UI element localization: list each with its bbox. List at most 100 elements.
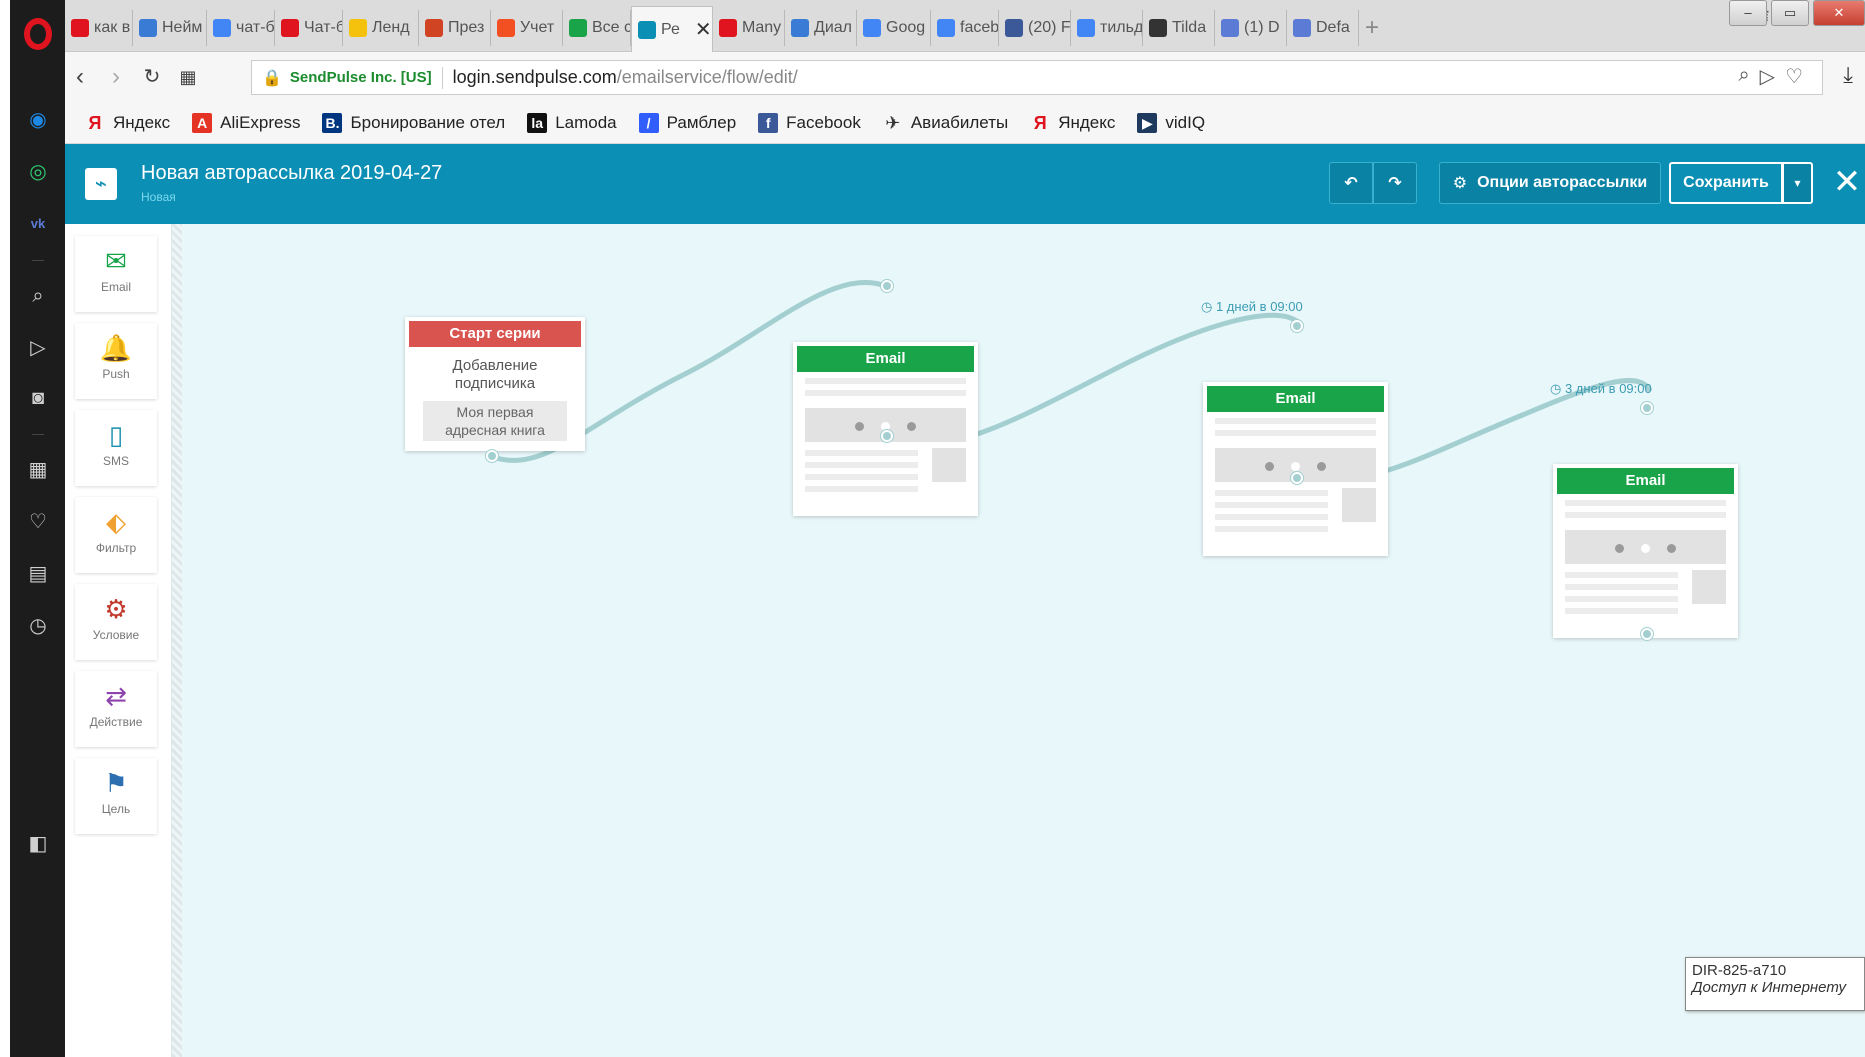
download-icon[interactable]: ⤓ (1843, 62, 1853, 88)
aliexpress-icon: A (192, 112, 213, 133)
tab-label: През (448, 19, 485, 36)
email-3-input-port[interactable] (1641, 402, 1653, 414)
bookmark-label: Lamoda (555, 112, 617, 132)
page-title[interactable]: Новая авторассылка 2019-04-27 (141, 162, 442, 185)
tab-favicon-icon (349, 19, 367, 37)
bookmark-item[interactable]: la Lamoda (527, 112, 617, 133)
browser-tab[interactable]: чат-б (207, 10, 275, 46)
editor-header: ⌁ Новая авторассылка 2019-04-27 Новая ↶ … (65, 144, 1865, 224)
bookmark-item[interactable]: A AliExpress (192, 112, 300, 133)
site-identity[interactable]: SendPulse Inc. [US] (290, 69, 432, 86)
yandex-icon: Я (1033, 112, 1047, 133)
back-button[interactable]: ‹ (65, 62, 95, 92)
tab-label: Ре (661, 20, 680, 38)
window-controls: ‒ ▭ ✕ (1729, 0, 1865, 26)
browser-tab[interactable]: Диал (785, 10, 857, 46)
tab-label: faceb (960, 19, 999, 36)
new-tab-button[interactable]: + (1359, 10, 1393, 46)
email-node-1[interactable]: Email (793, 342, 978, 516)
yandex-icon: Я (88, 112, 102, 133)
network-tooltip: DIR-825-a710 Доступ к Интернету (1685, 957, 1865, 1011)
bookmark-heart-icon[interactable]: ♡ (1785, 64, 1803, 89)
tab-label: (20) F (1028, 19, 1071, 36)
forward-button[interactable]: › (101, 62, 131, 92)
flow-options-label: Опции авторассылки (1477, 174, 1648, 191)
email-2-input-port[interactable] (1291, 320, 1303, 332)
tab-favicon-icon (1077, 19, 1095, 37)
tab-favicon-icon (1293, 19, 1311, 37)
redo-button[interactable]: ↷ (1373, 162, 1417, 204)
vk-icon[interactable]: vk (26, 212, 50, 236)
address-bar-row: ‹ › ↻ ▦ 🔒 SendPulse Inc. [US] login.send… (65, 52, 1865, 102)
browser-tab[interactable]: Все с (563, 10, 631, 46)
tab-label: чат-б (236, 19, 275, 36)
opera-logo-icon[interactable] (24, 18, 52, 50)
send-icon[interactable]: ▷ (1760, 64, 1775, 89)
browser-tab[interactable]: как в (65, 10, 133, 46)
undo-button[interactable]: ↶ (1329, 162, 1373, 204)
save-dropdown-button[interactable]: ▾ (1783, 162, 1813, 204)
tab-label: тильд (1100, 19, 1143, 36)
send-icon[interactable]: ▷ (26, 336, 50, 360)
bookmark-item[interactable]: ▶ vidIQ (1137, 112, 1205, 133)
bookmark-item[interactable]: ✈ Авиабилеты (883, 113, 1008, 133)
tab-favicon-icon (1005, 19, 1023, 37)
search-icon[interactable]: ⌕ (26, 284, 50, 308)
reload-button[interactable]: ↻ (137, 62, 167, 92)
browser-tab[interactable]: (1) D (1215, 10, 1287, 46)
browser-tab[interactable]: тильд (1071, 10, 1143, 46)
email-node-3[interactable]: Email (1553, 464, 1738, 638)
start-output-port[interactable] (486, 450, 498, 462)
messenger-icon[interactable]: ◉ (26, 108, 50, 132)
flow-canvas[interactable]: ✉ Email 🔔 Push ▯ SMS ⬖ Фильтр ⚙ Условие ⇄ Действие ⚑… (65, 224, 1865, 1057)
tab-label: Defa (1316, 19, 1350, 36)
browser-tab[interactable]: Defa (1287, 10, 1359, 46)
sidebar-toggle-icon[interactable]: ◧ (26, 832, 50, 856)
browser-tab[interactable]: Goog (857, 10, 931, 46)
email-node-2[interactable]: Email (1203, 382, 1388, 556)
email-3-output-port[interactable] (1641, 628, 1653, 640)
browser-tab[interactable]: faceb (931, 10, 999, 46)
maximize-button[interactable]: ▭ (1771, 0, 1809, 26)
browser-window: ◉ ◎ vk ⌕ ▷ ◙ ▦ ♡ ▤ ◷ ◧ как в Нейм чат-б Чат… (0, 0, 1865, 1057)
tab-label: Все с (592, 19, 631, 36)
camera-icon[interactable]: ◙ (26, 386, 50, 410)
heart-icon[interactable]: ♡ (26, 510, 50, 534)
browser-tab[interactable]: Ре ✕ (631, 6, 713, 52)
tab-favicon-icon (213, 19, 231, 37)
search-icon[interactable]: ⌕ (1738, 64, 1749, 89)
bookmark-item[interactable]: f Facebook (758, 112, 861, 133)
browser-tab[interactable]: През (419, 10, 491, 46)
bookmark-item[interactable]: Я Яндекс (1030, 112, 1116, 133)
browser-tab[interactable]: Учет (491, 10, 563, 46)
bookmark-item[interactable]: / Рамблер (638, 112, 736, 133)
minimize-button[interactable]: ‒ (1729, 0, 1767, 26)
save-button[interactable]: Сохранить (1669, 162, 1783, 204)
window-close-button[interactable]: ✕ (1813, 0, 1865, 26)
email-2-delay-label: 1 дней в 09:00 (1215, 299, 1303, 314)
browser-tab[interactable]: Нейм (133, 10, 207, 46)
news-icon[interactable]: ▤ (26, 562, 50, 586)
url-field[interactable]: 🔒 SendPulse Inc. [US] login.sendpulse.co… (251, 60, 1823, 95)
whatsapp-icon[interactable]: ◎ (26, 160, 50, 184)
browser-tab[interactable]: (20) F (999, 10, 1071, 46)
speed-dial-button[interactable]: ▦ (173, 62, 203, 92)
bookmark-item[interactable]: B. Бронирование отел (322, 112, 505, 133)
close-editor-button[interactable]: ✕ (1829, 160, 1865, 204)
browser-tab[interactable]: Ленд (343, 10, 419, 46)
email-1-output-port[interactable] (881, 430, 893, 442)
browser-tab[interactable]: Many (713, 10, 785, 46)
tab-favicon-icon (863, 19, 881, 37)
email-2-output-port[interactable] (1291, 472, 1303, 484)
tab-label: Чат-б (304, 19, 343, 36)
history-clock-icon[interactable]: ◷ (26, 614, 50, 638)
tab-label: Нейм (162, 19, 203, 36)
browser-tab[interactable]: Чат-б (275, 10, 343, 46)
email-1-input-port[interactable] (881, 280, 893, 292)
bookmark-item[interactable]: Я Яндекс (85, 112, 171, 133)
tab-close-icon[interactable]: ✕ (695, 17, 712, 42)
flow-options-button[interactable]: ⚙ Опции авторассылки (1439, 162, 1661, 204)
start-series-node[interactable]: Старт серии Добавление подписчика Моя пе… (405, 317, 585, 451)
browser-tab[interactable]: Tilda (1143, 10, 1215, 46)
apps-grid-icon[interactable]: ▦ (26, 458, 50, 482)
